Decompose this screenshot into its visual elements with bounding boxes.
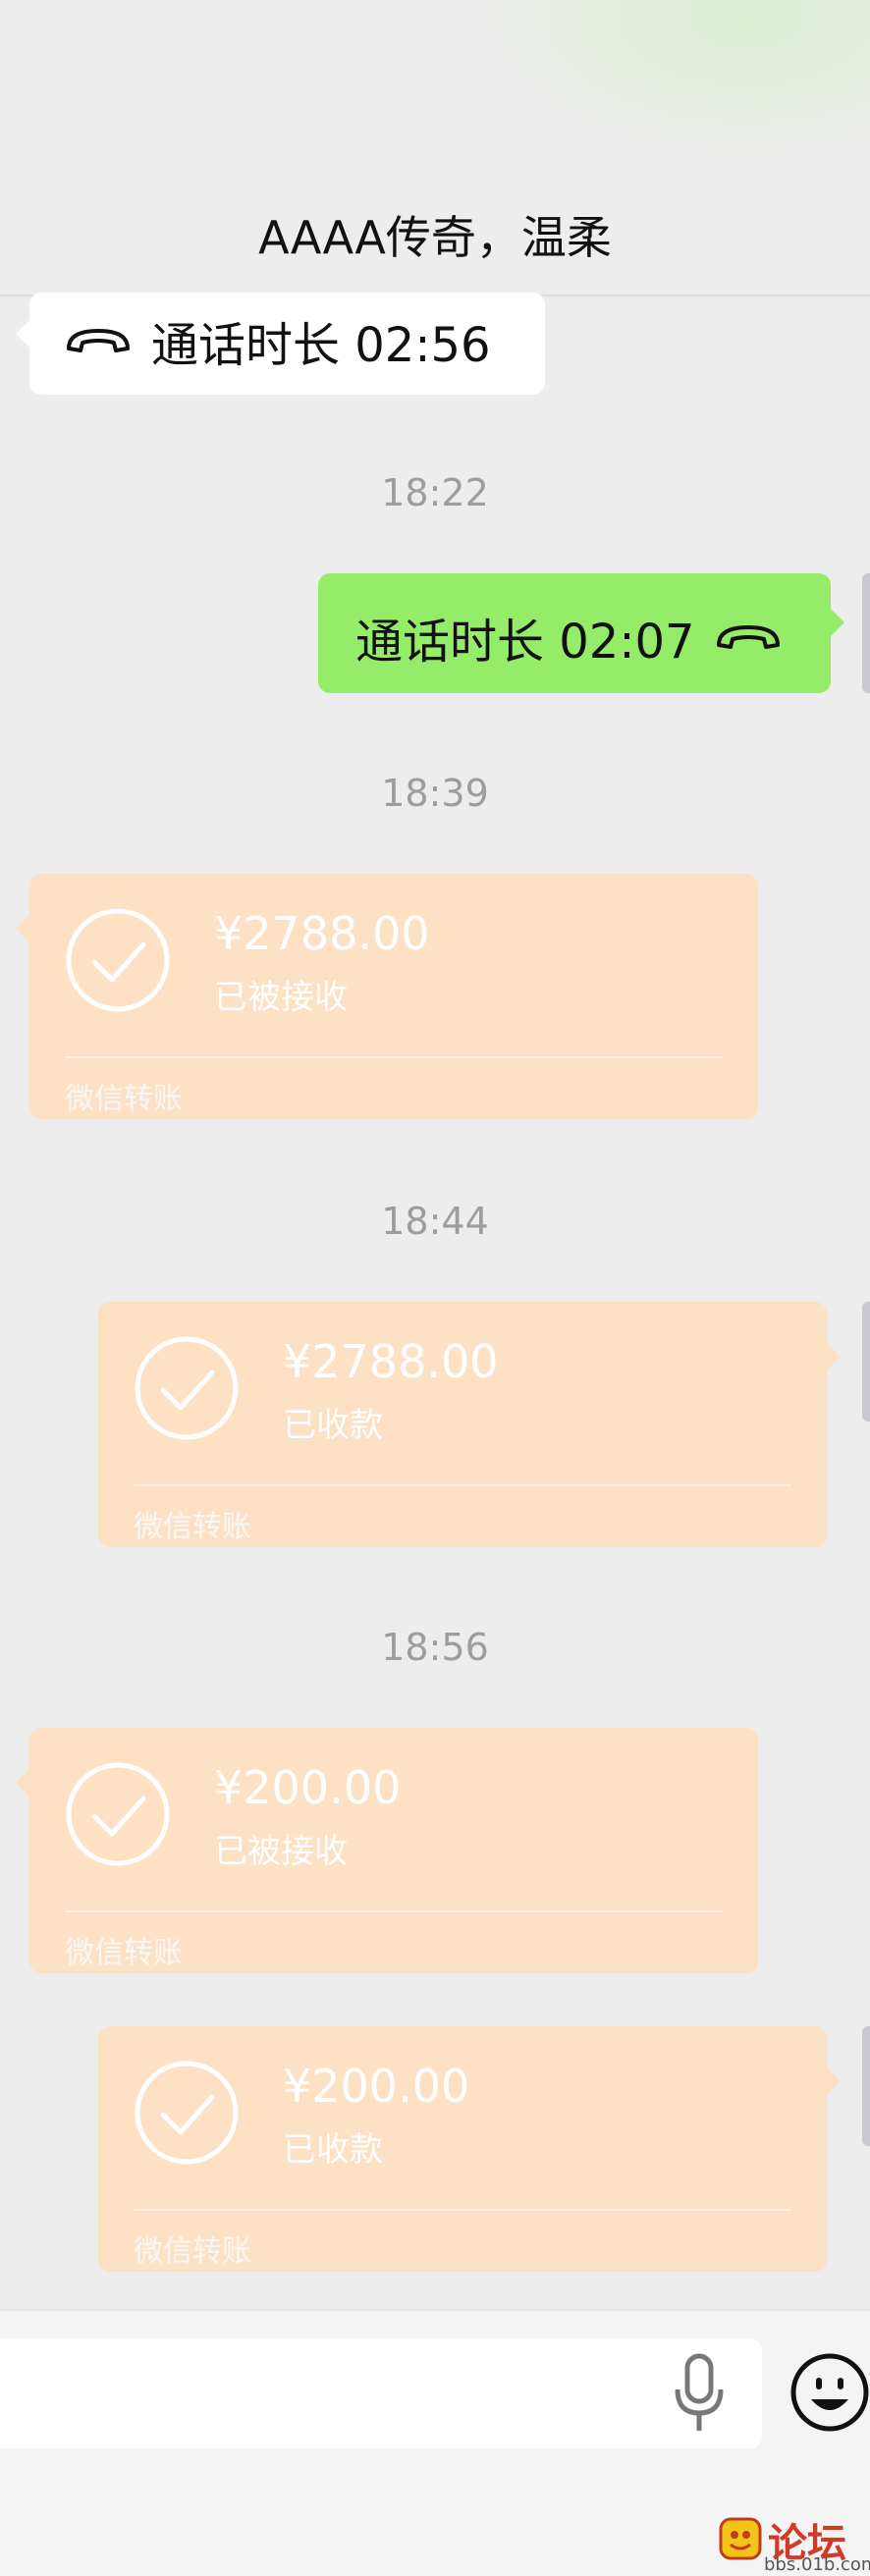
transfer-brand: 微信转账 [65, 1082, 183, 1116]
call-row: 通话时长 02:07 [355, 603, 784, 671]
avatar[interactable] [862, 1302, 870, 1422]
transfer-card-received[interactable]: ¥2788.00 已被接收 微信转账 [16, 874, 758, 1119]
divider [65, 1056, 723, 1058]
transfer-card-sent[interactable]: ¥200.00 已收款 微信转账 [98, 2026, 841, 2272]
call-bubble-received[interactable]: 通话时长 02:56 [16, 293, 545, 395]
divider [65, 1910, 723, 1912]
divider [134, 2209, 791, 2211]
check-circle-icon [135, 2061, 239, 2165]
check-circle-icon [66, 1762, 170, 1866]
forum-logo-icon [719, 2517, 762, 2560]
bubble-tail [831, 609, 844, 636]
transfer-card-received[interactable]: ¥200.00 已被接收 微信转账 [16, 1728, 758, 1973]
call-bubble-sent[interactable]: 通话时长 02:07 [318, 573, 844, 693]
bubble-tail [16, 320, 29, 348]
chat-header: AAAA传奇，温柔 [0, 0, 870, 296]
microphone-icon[interactable] [672, 2352, 727, 2435]
check-circle-icon [66, 908, 170, 1012]
transfer-amount: ¥200.00 [214, 1761, 402, 1814]
timestamp: 18:22 [381, 471, 489, 514]
emoji-icon[interactable] [789, 2352, 870, 2433]
watermark-logo: 论坛 bbs.01b.com [717, 2511, 870, 2575]
avatar[interactable] [862, 573, 870, 693]
bubble-tail [16, 1769, 29, 1797]
check-circle-icon [135, 1336, 239, 1440]
transfer-status: 已收款 [283, 1406, 383, 1445]
transfer-brand: 微信转账 [134, 1510, 251, 1544]
timestamp: 18:56 [381, 1626, 489, 1669]
bubble-tail [16, 915, 29, 942]
phone-hangup-icon [63, 321, 134, 360]
chat-title: AAAA传奇，温柔 [258, 211, 612, 264]
transfer-amount: ¥2788.00 [214, 907, 430, 960]
transfer-status: 已收款 [283, 2130, 383, 2170]
phone-hangup-icon [713, 617, 784, 657]
call-row: 通话时长 02:56 [63, 306, 491, 375]
transfer-status: 已被接收 [214, 978, 348, 1017]
message-input[interactable] [0, 2338, 762, 2448]
bubble-tail [827, 2067, 841, 2095]
transfer-brand: 微信转账 [65, 1936, 183, 1970]
transfer-card-sent[interactable]: ¥2788.00 已收款 微信转账 [98, 1302, 841, 1547]
timestamp: 18:44 [381, 1200, 489, 1243]
avatar[interactable] [862, 2026, 870, 2146]
transfer-status: 已被接收 [214, 1832, 348, 1871]
transfer-amount: ¥2788.00 [283, 1335, 499, 1388]
timestamp: 18:39 [381, 772, 489, 815]
divider [134, 1484, 791, 1486]
bubble-tail [827, 1343, 841, 1370]
transfer-amount: ¥200.00 [283, 2060, 470, 2113]
call-duration-text: 通话时长 02:56 [151, 318, 491, 373]
transfer-brand: 微信转账 [134, 2234, 251, 2269]
call-duration-text: 通话时长 02:07 [355, 615, 695, 670]
watermark-url: bbs.01b.com [764, 2554, 870, 2575]
